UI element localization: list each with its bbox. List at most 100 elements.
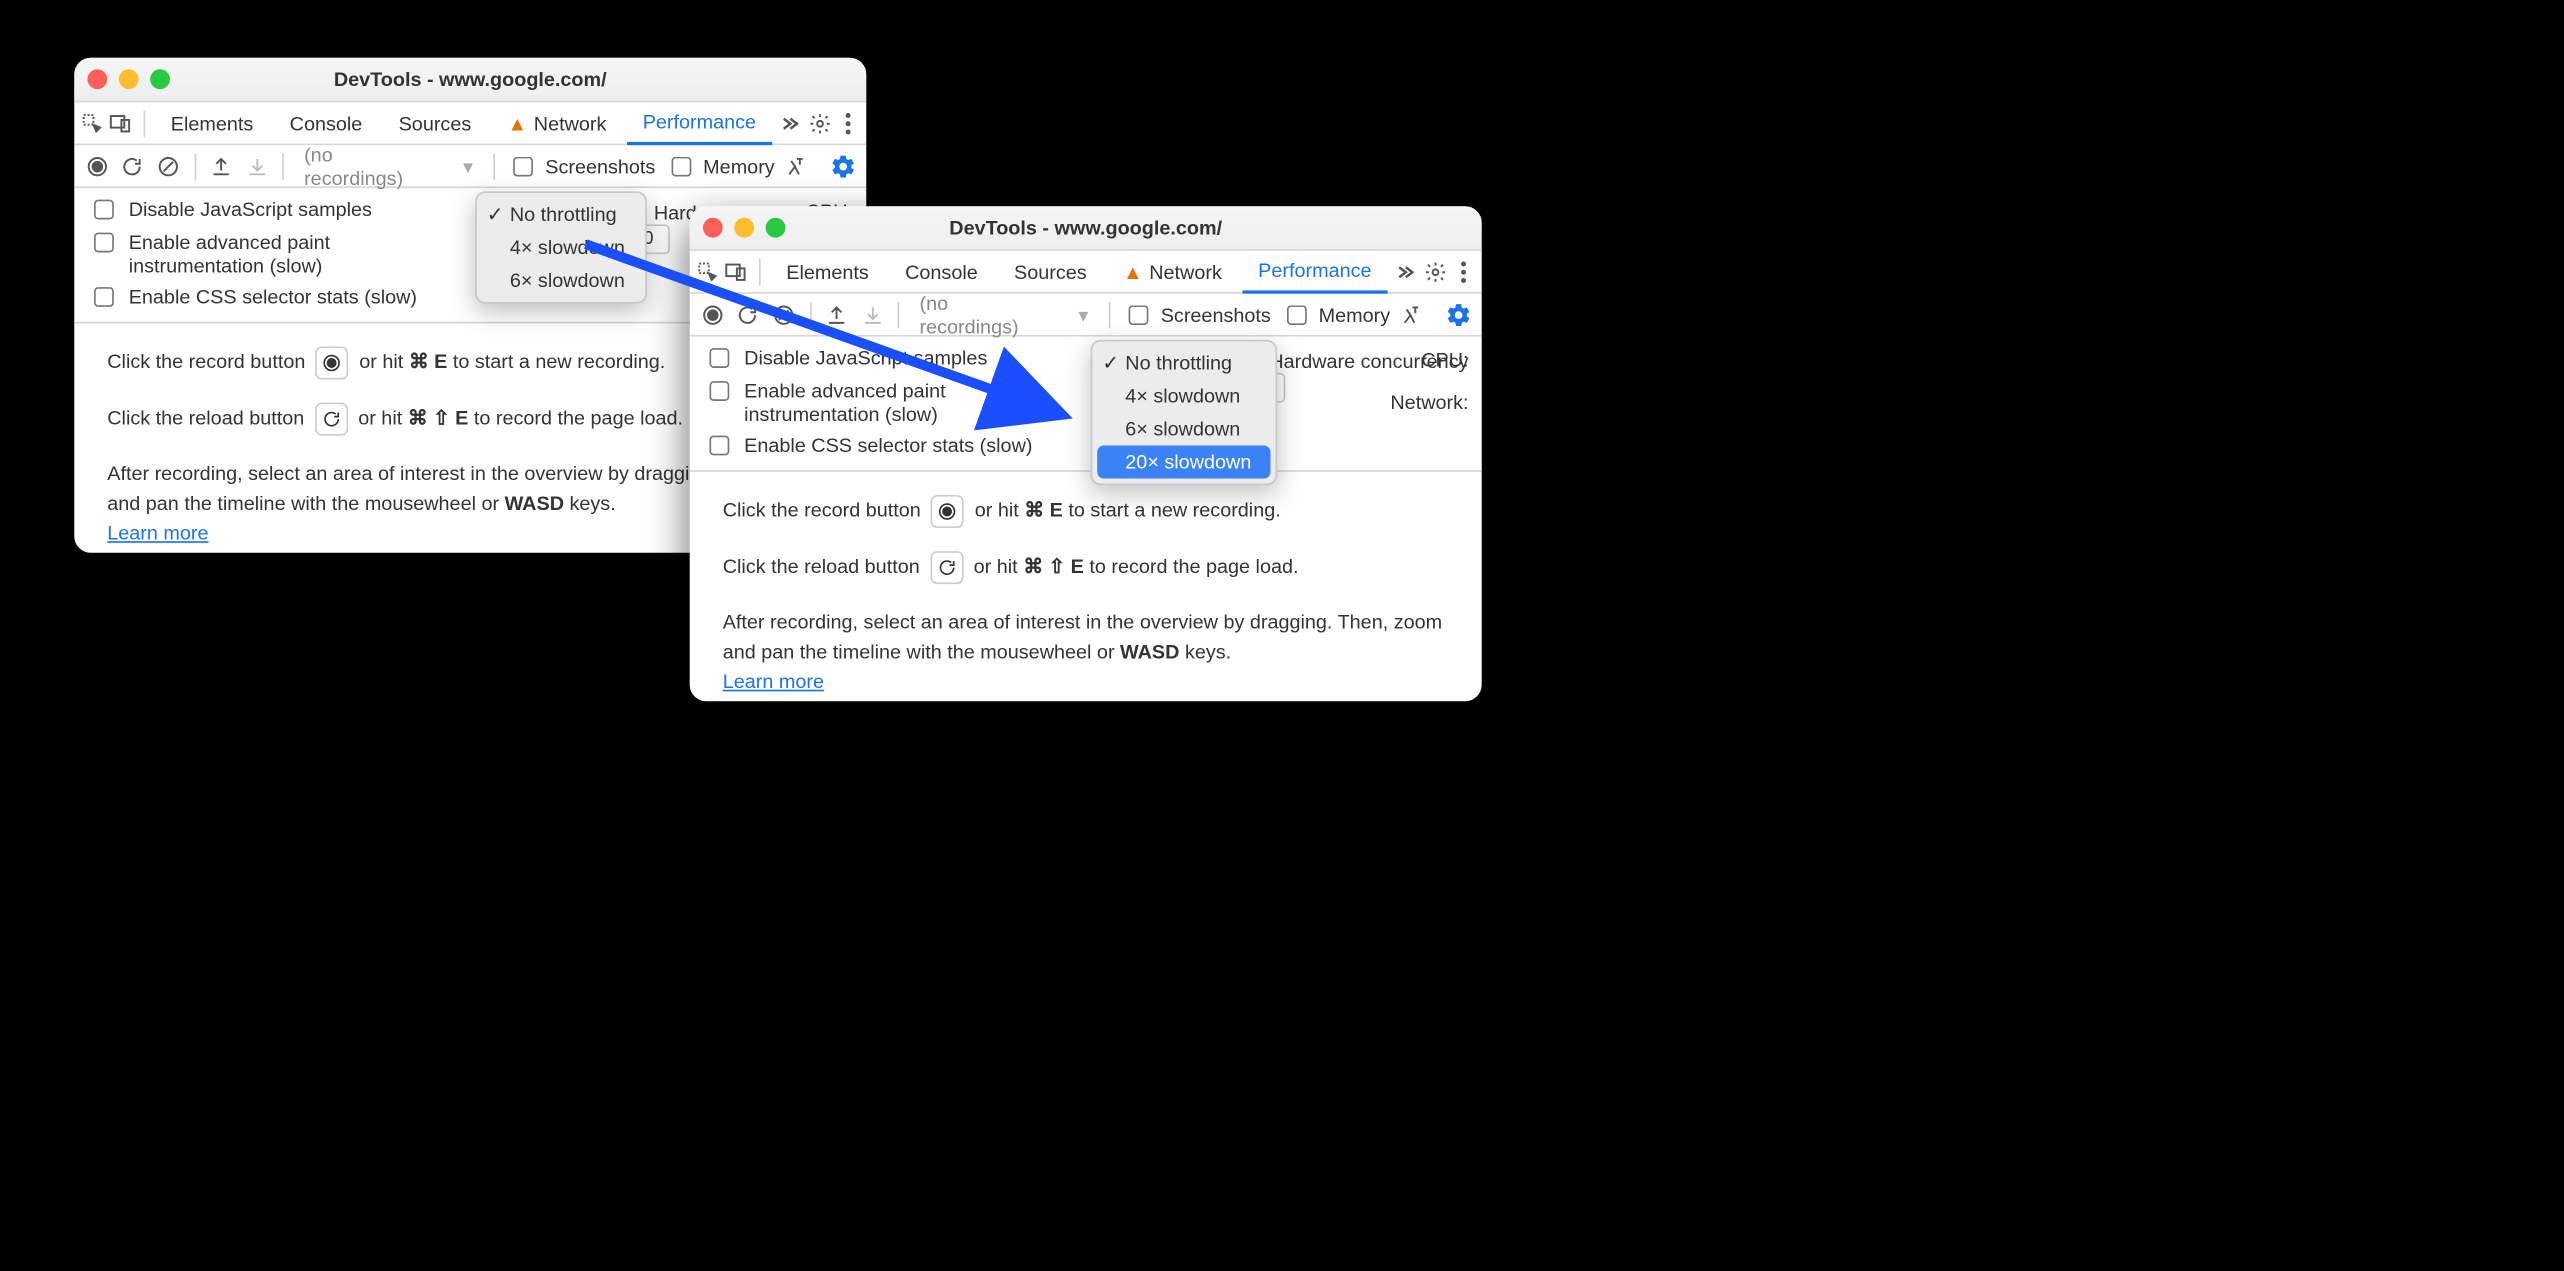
instructions: Click the record button or hit ⌘ E to st… [690,472,1482,702]
throttle-option-4x[interactable]: 4× slowdown [477,231,645,264]
traffic-lights[interactable] [703,218,786,238]
disable-js-row[interactable]: Disable JavaScript samples [87,198,463,224]
minimize-icon[interactable] [119,69,139,89]
screenshots-input[interactable] [514,156,534,176]
memory-checkbox[interactable]: Memory [1281,299,1390,329]
record-button-inline[interactable] [316,346,349,379]
text: keys. [564,491,616,514]
tab-console[interactable]: Console [889,250,995,293]
record-instruction: Click the record button or hit ⌘ E to st… [723,495,1449,528]
memory-checkbox[interactable]: Memory [665,151,774,181]
performance-toolbar: (no recordings) ▾ Screenshots Memory [74,145,866,188]
divider [143,110,144,136]
screenshots-label: Screenshots [545,154,655,177]
inspect-icon[interactable] [81,105,106,141]
reload-icon[interactable] [735,299,761,329]
minimize-icon[interactable] [734,218,754,238]
record-icon[interactable] [84,151,110,181]
more-tabs-icon[interactable] [776,105,801,141]
disable-js-label: Disable JavaScript samples [129,198,372,221]
tab-console[interactable]: Console [273,101,379,144]
screenshots-checkbox[interactable]: Screenshots [507,151,655,181]
screenshots-checkbox[interactable]: Screenshots [1123,299,1271,329]
capture-settings-gear-icon[interactable] [1445,299,1471,329]
css-stats-row[interactable]: Enable CSS selector stats (slow) [703,434,1079,460]
text: Click the record button [107,350,305,373]
cpu-throttle-dropdown[interactable]: No throttling 4× slowdown 6× slowdown [475,191,646,303]
css-stats-row[interactable]: Enable CSS selector stats (slow) [87,285,463,311]
traffic-lights[interactable] [87,69,170,89]
tab-performance[interactable]: Performance [1242,251,1388,294]
tab-sources[interactable]: Sources [382,101,488,144]
adv-paint-row[interactable]: Enable advanced paint instrumentation (s… [87,231,463,278]
throttle-option-6x[interactable]: 6× slowdown [1092,413,1276,446]
kebab-icon[interactable] [835,105,860,141]
device-toggle-icon[interactable] [109,105,134,141]
cpu-throttle-dropdown[interactable]: No throttling 4× slowdown 6× slowdown 20… [1091,340,1278,485]
disable-js-checkbox[interactable] [94,200,114,220]
reload-button-inline[interactable] [315,402,348,435]
more-tabs-icon[interactable] [1391,253,1416,289]
settings-gear-icon[interactable] [807,105,832,141]
screenshots-input[interactable] [1129,304,1149,324]
download-icon [860,299,886,329]
css-stats-label: Enable CSS selector stats (slow) [129,285,417,308]
adv-paint-row[interactable]: Enable advanced paint instrumentation (s… [703,380,1079,427]
upload-icon[interactable] [824,299,850,329]
throttle-option-4x[interactable]: 4× slowdown [1092,380,1276,413]
capture-settings: Disable JavaScript samples CPU: Enable a… [690,337,1482,472]
shortcut: ⌘ E [409,350,448,373]
recordings-select[interactable]: (no recordings) ▾ [913,291,1095,337]
text: Click the reload button [723,554,920,577]
chevron-down-icon: ▾ [463,154,473,177]
close-icon[interactable] [703,218,723,238]
css-stats-checkbox[interactable] [94,287,114,307]
adv-paint-label: Enable advanced paint instrumentation (s… [744,380,1079,427]
tab-performance[interactable]: Performance [626,102,772,145]
tab-network[interactable]: ▲ Network [491,101,623,144]
device-toggle-icon[interactable] [724,253,749,289]
clear-icon[interactable] [771,299,797,329]
capture-settings-gear-icon[interactable] [830,151,856,181]
reload-button-inline[interactable] [930,551,963,584]
record-icon[interactable] [700,299,726,329]
disable-js-row[interactable]: Disable JavaScript samples [703,347,1079,373]
tab-elements[interactable]: Elements [770,250,886,293]
inspect-icon[interactable] [696,253,721,289]
recordings-select[interactable]: (no recordings) ▾ [297,143,479,189]
reload-icon[interactable] [120,151,146,181]
throttle-option-none[interactable]: No throttling [1092,347,1276,380]
settings-gear-icon[interactable] [1423,253,1448,289]
tab-network-label: Network [1149,260,1222,283]
memory-input[interactable] [1287,304,1307,324]
gc-icon[interactable] [1400,299,1426,329]
memory-input[interactable] [672,156,692,176]
titlebar: DevTools - www.google.com/ [74,58,866,103]
learn-more-link[interactable]: Learn more [723,670,824,693]
throttle-option-20x[interactable]: 20× slowdown [1097,446,1271,479]
adv-paint-checkbox[interactable] [710,381,730,401]
throttle-option-none[interactable]: No throttling [477,198,645,231]
text: WASD [505,491,564,514]
maximize-icon[interactable] [766,218,786,238]
record-button-inline[interactable] [931,495,964,528]
maximize-icon[interactable] [150,69,170,89]
clear-icon[interactable] [155,151,181,181]
divider [194,153,195,179]
kebab-icon[interactable] [1450,253,1475,289]
tab-elements[interactable]: Elements [154,101,270,144]
tab-network[interactable]: ▲ Network [1107,250,1239,293]
learn-more-link[interactable]: Learn more [107,521,208,544]
disable-js-checkbox[interactable] [710,348,730,368]
reload-instruction: Click the reload button or hit ⌘ ⇧ E to … [723,551,1449,584]
text: to start a new recording. [1068,498,1280,521]
throttle-option-6x[interactable]: 6× slowdown [477,264,645,297]
memory-label: Memory [703,154,775,177]
css-stats-checkbox[interactable] [710,435,730,455]
adv-paint-label: Enable advanced paint instrumentation (s… [129,231,464,278]
close-icon[interactable] [87,69,107,89]
gc-icon[interactable] [785,151,811,181]
tab-sources[interactable]: Sources [998,250,1104,293]
upload-icon[interactable] [209,151,235,181]
adv-paint-checkbox[interactable] [94,233,114,253]
